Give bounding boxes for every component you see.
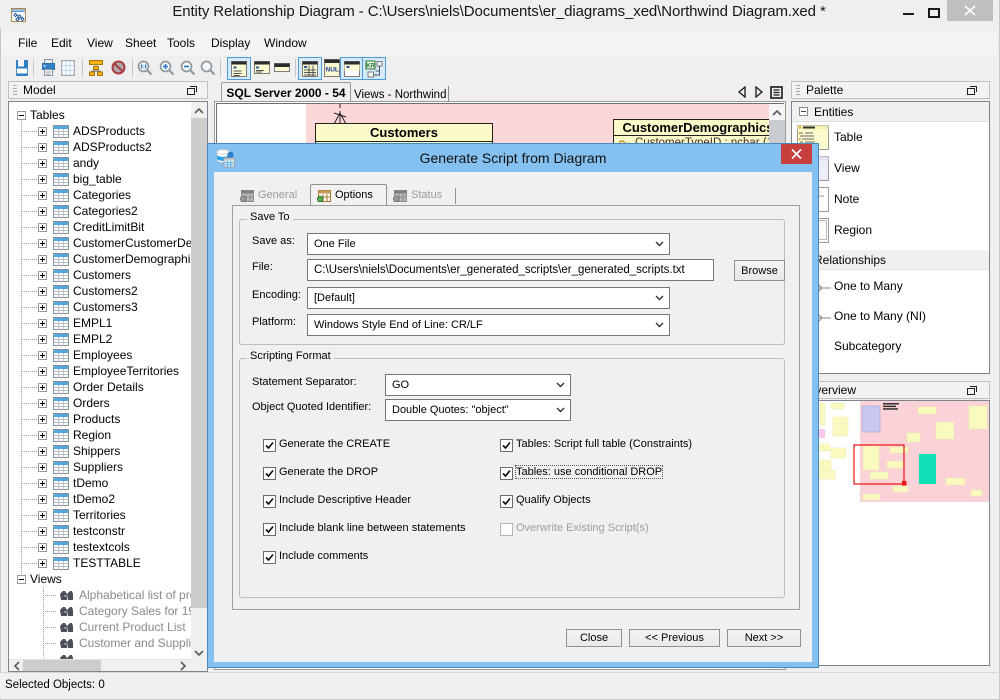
svg-text:NUL: NUL [326,67,339,74]
svg-text:KR: KR [366,64,375,70]
